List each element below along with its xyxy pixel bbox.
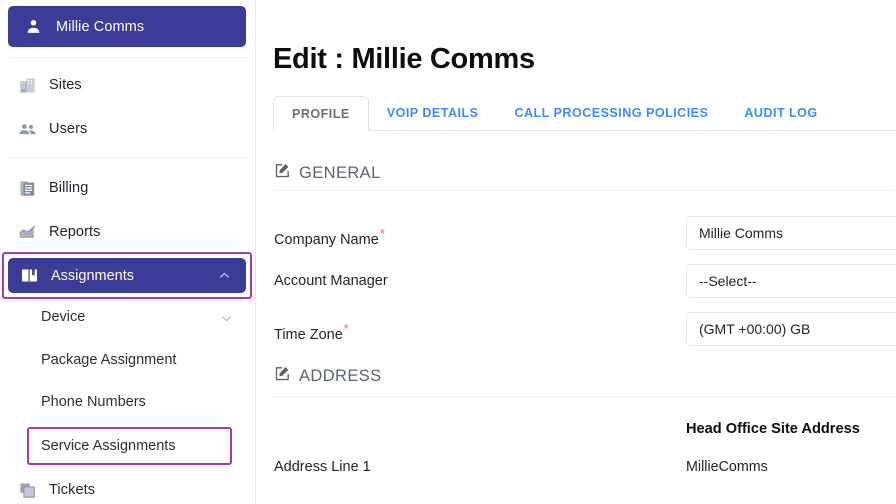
tab-profile[interactable]: PROFILE — [273, 96, 369, 131]
sidebar-divider-mid — [10, 157, 248, 158]
page-title: Edit : Millie Comms — [273, 43, 535, 75]
tickets-icon — [18, 481, 37, 500]
sidebar-subitem-device[interactable]: Device — [0, 304, 255, 330]
chart-icon — [18, 223, 37, 242]
section-rule-address — [274, 396, 894, 397]
sidebar-item-label: Tickets — [49, 482, 96, 498]
tab-call-processing-policies[interactable]: CALL PROCESSING POLICIES — [496, 96, 726, 130]
tab-voip-details[interactable]: VOIP DETAILS — [369, 96, 497, 130]
address-line-1-value: MillieComms — [686, 459, 768, 475]
time-zone-select[interactable]: (GMT +00:00) GB — [686, 312, 896, 346]
tab-audit-log[interactable]: AUDIT LOG — [726, 96, 835, 130]
sidebar-item-label: Users — [49, 121, 88, 137]
sidebar-item-label: Reports — [49, 224, 101, 240]
chevron-up-icon[interactable] — [217, 269, 232, 287]
users-icon — [18, 120, 37, 139]
account-manager-select[interactable]: --Select-- — [686, 264, 896, 298]
field-label-company-name: Company Name* — [274, 226, 385, 248]
sidebar-subitem-service-assignments[interactable]: Service Assignments — [0, 433, 255, 459]
sidebar-item-label: Assignments — [51, 267, 135, 284]
sidebar-subitem-package-assignment[interactable]: Package Assignment — [0, 347, 255, 373]
sidebar-divider-top — [10, 57, 248, 58]
section-title: GENERAL — [299, 163, 381, 182]
building-icon — [18, 76, 37, 95]
sidebar-item-reports[interactable]: Reports — [0, 217, 255, 247]
field-label-account-manager: Account Manager — [274, 273, 388, 289]
sidebar-subitem-label: Device — [41, 309, 86, 325]
sidebar-subitem-phone-numbers[interactable]: Phone Numbers — [0, 389, 255, 415]
field-label-address-line-1: Address Line 1 — [274, 459, 371, 475]
sidebar-item-label: Sites — [49, 77, 82, 93]
section-title: ADDRESS — [299, 366, 382, 385]
main-content: Edit : Millie Comms PROFILE VOIP DETAILS… — [256, 0, 896, 504]
required-marker: * — [343, 321, 349, 336]
sidebar-item-assignments[interactable]: Assignments — [8, 258, 246, 293]
edit-square-icon — [274, 162, 291, 184]
section-header-general: GENERAL — [274, 162, 381, 184]
sidebar-item-users[interactable]: Users — [0, 114, 255, 144]
sidebar-item-sites[interactable]: Sites — [0, 70, 255, 100]
chevron-down-icon[interactable] — [219, 312, 234, 330]
app-root: Millie Comms Sites Users Billing Reports… — [0, 0, 896, 504]
section-rule-general — [274, 190, 894, 191]
sidebar-item-tickets[interactable]: Tickets — [0, 475, 255, 504]
sidebar-subitem-label: Service Assignments — [41, 438, 176, 454]
sidebar-profile-button[interactable]: Millie Comms — [8, 6, 246, 47]
sidebar-item-label: Billing — [49, 180, 89, 196]
tab-bar: PROFILE VOIP DETAILS CALL PROCESSING POL… — [273, 96, 896, 131]
sidebar: Millie Comms Sites Users Billing Reports… — [0, 0, 256, 504]
sidebar-item-billing[interactable]: Billing — [0, 173, 255, 203]
edit-square-icon — [274, 365, 291, 387]
user-icon — [24, 17, 43, 36]
company-name-input[interactable]: Millie Comms — [686, 216, 896, 250]
sidebar-subitem-label: Package Assignment — [41, 352, 177, 368]
book-icon — [20, 266, 39, 285]
section-header-address: ADDRESS — [274, 365, 382, 387]
sidebar-subitem-label: Phone Numbers — [41, 394, 146, 410]
required-marker: * — [379, 226, 385, 241]
address-column-header: Head Office Site Address — [686, 421, 860, 437]
sidebar-profile-label: Millie Comms — [56, 18, 145, 35]
invoice-icon — [18, 179, 37, 198]
field-label-time-zone: Time Zone* — [274, 321, 349, 343]
